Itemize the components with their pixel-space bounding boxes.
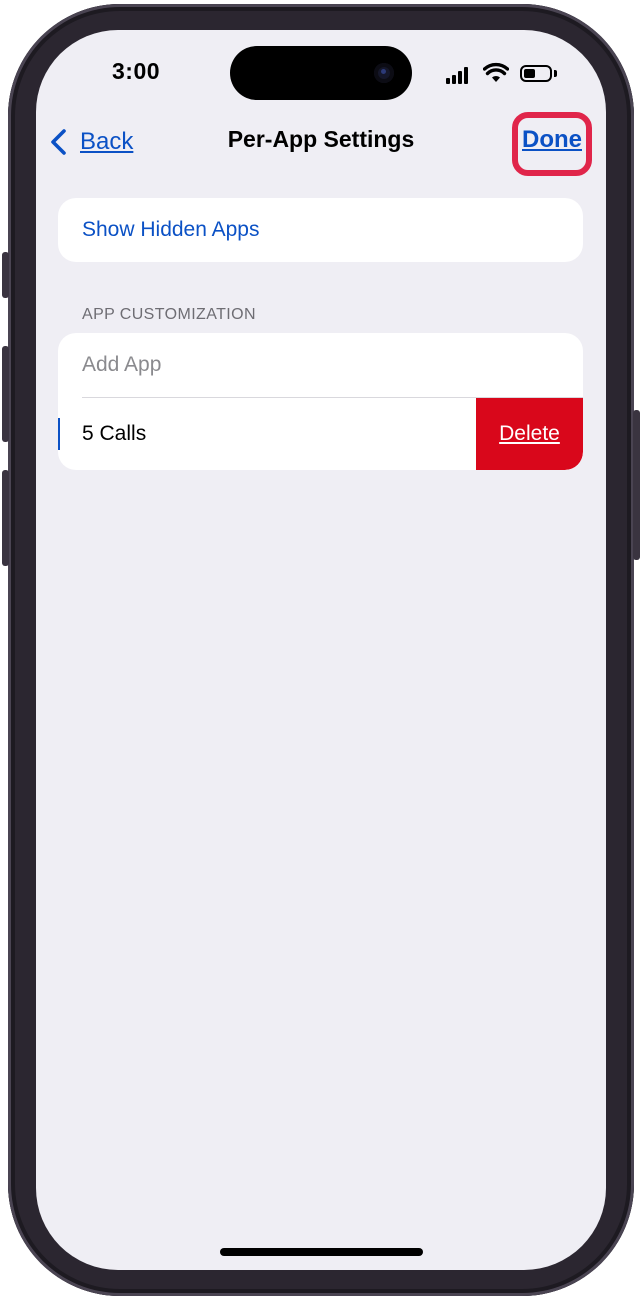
list-item-5-calls[interactable]: 5 Calls Delete: [58, 398, 583, 470]
app-customization-header: APP CUSTOMIZATION: [82, 306, 256, 323]
volume-up-button: [2, 346, 9, 442]
wifi-icon: [483, 62, 509, 82]
volume-down-button: [2, 470, 9, 566]
show-hidden-apps-link[interactable]: Show Hidden Apps: [82, 218, 259, 242]
action-button: [2, 252, 9, 298]
app-customization-card: Add App 5 Calls Delete: [58, 333, 583, 470]
screen: 3:00 Back Per-App Settings Done Show Hid…: [36, 30, 606, 1270]
battery-tip: [554, 70, 557, 77]
delete-button[interactable]: Delete: [476, 398, 583, 470]
power-button: [633, 410, 640, 560]
battery-icon: [520, 65, 552, 82]
add-app-button[interactable]: Add App: [82, 353, 161, 377]
app-name: 5 Calls: [82, 422, 147, 445]
done-button[interactable]: Done: [522, 126, 582, 154]
show-hidden-apps-card: Show Hidden Apps: [58, 198, 583, 262]
dynamic-island: [230, 46, 412, 100]
front-camera-icon: [374, 63, 394, 83]
home-indicator[interactable]: [220, 1248, 423, 1256]
cellular-signal-icon: [446, 66, 472, 84]
row-edge-indicator: [58, 418, 60, 450]
status-time: 3:00: [112, 58, 161, 84]
